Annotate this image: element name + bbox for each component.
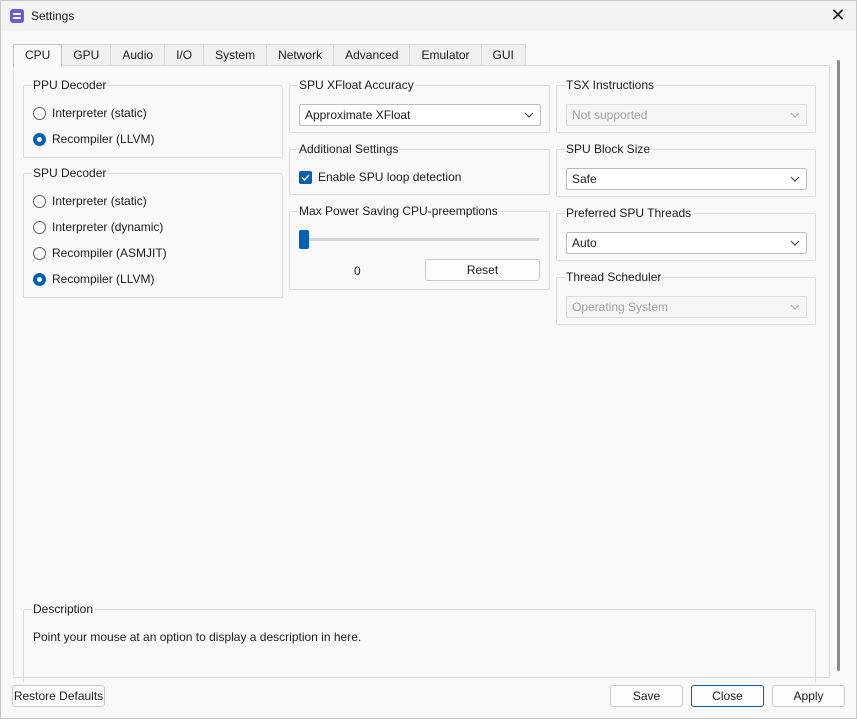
preferred-spu-threads-group: Preferred SPU Threads Auto — [556, 206, 816, 261]
thread-scheduler-title: Thread Scheduler — [565, 270, 663, 284]
spu-decoder-title: SPU Decoder — [32, 166, 108, 180]
spu-xfloat-select[interactable]: Approximate XFloat — [299, 104, 541, 126]
spu-block-size-group: SPU Block Size Safe — [556, 142, 816, 197]
max-power-saving-group: Max Power Saving CPU-preemptions 0 Reset — [289, 204, 550, 290]
preferred-spu-threads-value: Auto — [572, 236, 597, 250]
tab-bar: CPU GPU Audio I/O System Network Advance… — [13, 44, 526, 67]
description-title: Description — [32, 602, 95, 616]
restore-defaults-button[interactable]: Restore Defaults — [12, 685, 105, 707]
apply-button[interactable]: Apply — [772, 685, 845, 707]
additional-settings-group: Additional Settings Enable SPU loop dete… — [289, 142, 550, 195]
checkbox-label: Enable SPU loop detection — [318, 170, 462, 184]
title-bar: Settings ✕ — [1, 1, 856, 31]
app-icon — [10, 9, 24, 23]
checkbox-checked-icon — [299, 170, 312, 184]
spu-option-recompiler-asmjit[interactable]: Recompiler (ASMJIT) — [33, 244, 167, 262]
spu-xfloat-value: Approximate XFloat — [305, 108, 411, 122]
tab-emulator[interactable]: Emulator — [409, 44, 482, 66]
save-button[interactable]: Save — [610, 685, 683, 707]
close-button[interactable]: Close — [691, 685, 764, 707]
chevron-down-icon — [790, 304, 800, 310]
chevron-down-icon — [524, 112, 534, 118]
spu-option-interpreter-static[interactable]: Interpreter (static) — [33, 192, 147, 210]
tsx-instructions-value: Not supported — [572, 108, 648, 122]
tab-network[interactable]: Network — [266, 44, 335, 66]
radio-label: Interpreter (static) — [52, 194, 147, 208]
radio-icon — [33, 220, 46, 234]
slider-handle[interactable] — [299, 230, 309, 249]
thread-scheduler-value: Operating System — [572, 300, 669, 314]
spu-option-interpreter-dynamic[interactable]: Interpreter (dynamic) — [33, 218, 163, 236]
radio-label: Recompiler (LLVM) — [52, 272, 155, 286]
preferred-spu-threads-select[interactable]: Auto — [566, 232, 807, 254]
chevron-down-icon — [790, 240, 800, 246]
close-window-icon[interactable]: ✕ — [828, 5, 848, 25]
radio-label: Recompiler (ASMJIT) — [52, 246, 167, 260]
radio-label: Interpreter (static) — [52, 106, 147, 120]
radio-label: Recompiler (LLVM) — [52, 132, 155, 146]
slider-value: 0 — [354, 264, 361, 278]
spu-block-size-title: SPU Block Size — [565, 142, 652, 156]
ppu-decoder-title: PPU Decoder — [32, 78, 108, 92]
radio-icon — [33, 246, 46, 260]
tsx-instructions-title: TSX Instructions — [565, 78, 656, 92]
tsx-instructions-group: TSX Instructions Not supported — [556, 78, 816, 133]
enable-spu-loop-detection-checkbox[interactable]: Enable SPU loop detection — [299, 168, 461, 186]
radio-checked-icon — [33, 272, 46, 286]
radio-icon — [33, 106, 46, 120]
slider-track[interactable] — [299, 238, 539, 241]
thread-scheduler-group: Thread Scheduler Operating System — [556, 270, 816, 325]
ppu-option-recompiler-llvm[interactable]: Recompiler (LLVM) — [33, 130, 154, 148]
tab-io[interactable]: I/O — [164, 44, 205, 66]
chevron-down-icon — [790, 176, 800, 182]
reset-button[interactable]: Reset — [425, 259, 540, 281]
scrollbar-thumb[interactable] — [837, 60, 840, 671]
preferred-spu-threads-title: Preferred SPU Threads — [565, 206, 693, 220]
tab-advanced[interactable]: Advanced — [333, 44, 411, 66]
description-text: Point your mouse at an option to display… — [33, 630, 362, 644]
cpu-tab-pane: PPU Decoder Interpreter (static) Recompi… — [13, 65, 830, 683]
radio-checked-icon — [33, 132, 46, 146]
window-title: Settings — [31, 9, 75, 23]
tab-gui[interactable]: GUI — [480, 44, 526, 66]
tsx-instructions-select[interactable]: Not supported — [566, 104, 807, 126]
spu-decoder-group: SPU Decoder Interpreter (static) Interpr… — [23, 166, 283, 298]
spu-option-recompiler-llvm[interactable]: Recompiler (LLVM) — [33, 270, 154, 288]
tab-gpu[interactable]: GPU — [61, 44, 112, 66]
tab-audio[interactable]: Audio — [110, 44, 166, 66]
ppu-decoder-group: PPU Decoder Interpreter (static) Recompi… — [23, 78, 283, 158]
spu-block-size-select[interactable]: Safe — [566, 168, 807, 190]
chevron-down-icon — [790, 112, 800, 118]
description-group: Description Point your mouse at an optio… — [23, 602, 816, 683]
tab-system[interactable]: System — [203, 44, 268, 66]
thread-scheduler-select[interactable]: Operating System — [566, 296, 807, 318]
settings-window: Settings ✕ CPU GPU Audio I/O System Netw… — [0, 0, 857, 719]
ppu-option-interpreter-static[interactable]: Interpreter (static) — [33, 104, 147, 122]
spu-block-size-value: Safe — [572, 172, 597, 186]
tab-cpu[interactable]: CPU — [13, 44, 63, 67]
radio-icon — [33, 194, 46, 208]
spu-xfloat-group: SPU XFloat Accuracy Approximate XFloat — [289, 78, 550, 133]
spu-xfloat-title: SPU XFloat Accuracy — [298, 78, 415, 92]
vertical-scrollbar[interactable] — [834, 43, 844, 677]
radio-label: Interpreter (dynamic) — [52, 220, 164, 234]
max-power-saving-title: Max Power Saving CPU-preemptions — [298, 204, 499, 218]
additional-settings-title: Additional Settings — [298, 142, 400, 156]
